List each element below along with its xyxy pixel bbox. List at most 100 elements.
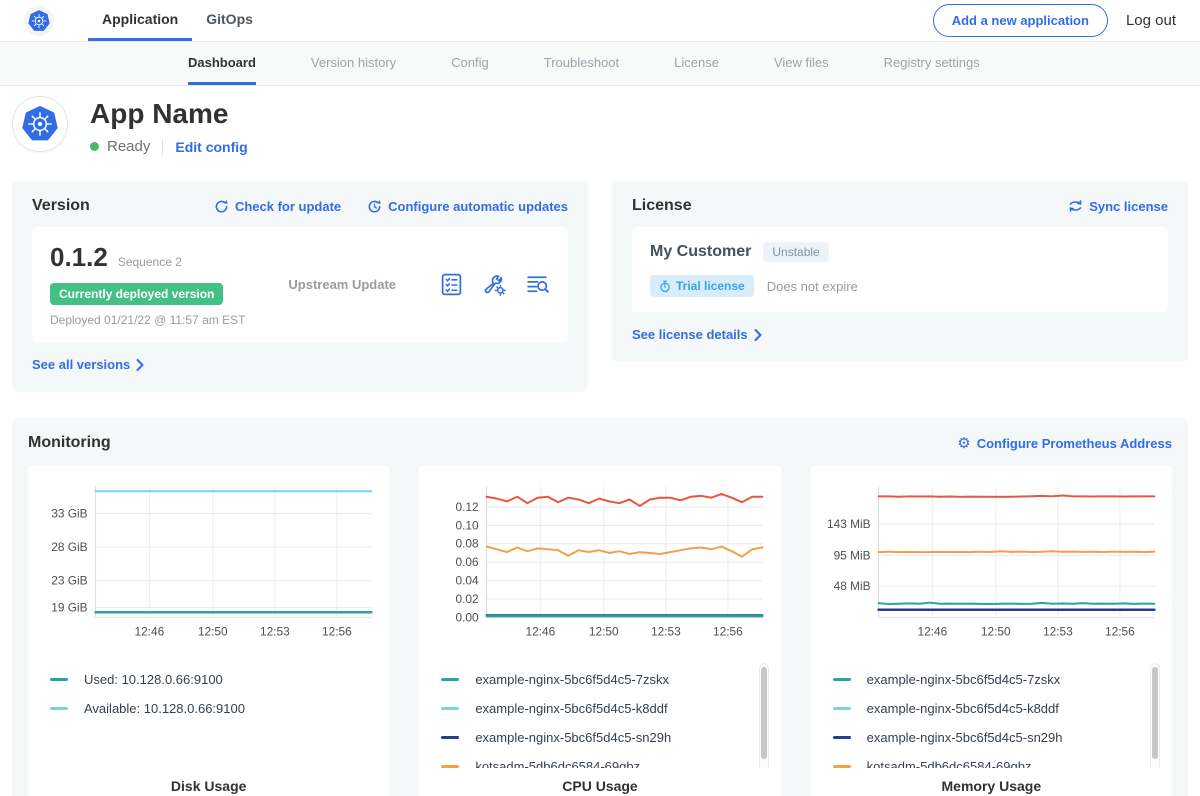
- series-line: [878, 551, 1154, 552]
- app-header: App Name Ready Edit config: [0, 86, 1200, 173]
- svg-text:12:53: 12:53: [651, 624, 681, 638]
- svg-text:23 GiB: 23 GiB: [51, 574, 87, 588]
- chevron-right-icon: [136, 359, 144, 371]
- subnav-item-registry-settings[interactable]: Registry settings: [884, 42, 980, 85]
- status-text: Ready: [107, 138, 150, 155]
- legend-label: example-nginx-5bc6f5d4c5-k8ddf: [475, 701, 667, 716]
- log-out-button[interactable]: Log out: [1126, 12, 1176, 29]
- legend-color-dash: [441, 678, 459, 681]
- configure-prometheus-link[interactable]: ⚙ Configure Prometheus Address: [957, 436, 1172, 451]
- legend-scrollbar[interactable]: [759, 663, 769, 768]
- see-all-versions-label: See all versions: [32, 357, 130, 372]
- subnav-item-view-files[interactable]: View files: [774, 42, 829, 85]
- tab-gitops[interactable]: GitOps: [192, 0, 267, 41]
- config-wrench-icon[interactable]: [482, 272, 507, 297]
- see-license-details-link[interactable]: See license details: [632, 327, 762, 342]
- svg-text:12:50: 12:50: [981, 624, 1011, 638]
- page-title: App Name: [90, 98, 248, 130]
- kubernetes-logo-icon: [27, 9, 51, 33]
- deployed-timestamp: Deployed 01/21/22 @ 11:57 am EST: [50, 313, 245, 327]
- svg-text:0.12: 0.12: [456, 500, 480, 514]
- tab-application-label: Application: [102, 11, 178, 27]
- subnav-item-version-history[interactable]: Version history: [311, 42, 396, 85]
- stopwatch-icon: [659, 280, 671, 293]
- divider: [162, 139, 163, 155]
- edit-config-link[interactable]: Edit config: [175, 139, 247, 155]
- legend-color-dash: [50, 678, 68, 681]
- memory-usage-chart-card: 12:4612:5012:5312:5648 MiB95 MiB143 MiB …: [811, 466, 1172, 796]
- chart-svg: 12:4612:5012:5312:560.000.020.040.060.08…: [431, 478, 768, 646]
- trial-license-label: Trial license: [676, 279, 745, 293]
- app-sub-nav: Dashboard Version history Config Troublesho…: [0, 42, 1200, 86]
- kubernetes-app-icon: [20, 104, 60, 144]
- gear-icon: ⚙: [957, 436, 970, 451]
- cpu-usage-chart: 12:4612:5012:5312:560.000.020.040.060.08…: [431, 478, 768, 651]
- version-number: 0.1.2: [50, 242, 108, 273]
- preflight-checks-icon[interactable]: [439, 272, 464, 297]
- legend-item: Used: 10.128.0.66:9100: [50, 665, 351, 694]
- svg-text:19 GiB: 19 GiB: [51, 600, 87, 614]
- check-for-update-label: Check for update: [235, 199, 341, 214]
- legend-color-dash: [833, 736, 851, 739]
- legend-scrollbar-thumb[interactable]: [761, 667, 767, 759]
- svg-text:0.00: 0.00: [456, 611, 480, 625]
- legend-label: example-nginx-5bc6f5d4c5-k8ddf: [867, 701, 1059, 716]
- legend-label: example-nginx-5bc6f5d4c5-sn29h: [475, 730, 671, 745]
- refresh-icon: [214, 199, 229, 214]
- svg-text:12:53: 12:53: [1043, 624, 1073, 638]
- chart-title: Memory Usage: [823, 768, 1160, 796]
- configure-automatic-updates-label: Configure automatic updates: [388, 199, 568, 214]
- tab-application[interactable]: Application: [88, 0, 192, 41]
- top-nav: Application GitOps Add a new application…: [0, 0, 1200, 42]
- chart-svg: 12:4612:5012:5312:5648 MiB95 MiB143 MiB: [823, 478, 1160, 646]
- subnav-item-dashboard[interactable]: Dashboard: [188, 42, 256, 85]
- svg-text:12:46: 12:46: [917, 624, 947, 638]
- svg-text:0.02: 0.02: [456, 592, 480, 606]
- sync-license-link[interactable]: Sync license: [1068, 199, 1168, 214]
- see-all-versions-link[interactable]: See all versions: [32, 357, 144, 372]
- svg-text:0.10: 0.10: [456, 518, 480, 532]
- disk-usage-chart: 12:4612:5012:5312:5619 GiB23 GiB28 GiB33…: [40, 478, 377, 651]
- chart-svg: 12:4612:5012:5312:5619 GiB23 GiB28 GiB33…: [40, 478, 377, 646]
- legend-item: example-nginx-5bc6f5d4c5-sn29h: [441, 723, 742, 752]
- legend-label: example-nginx-5bc6f5d4c5-7zskx: [475, 672, 669, 687]
- legend-label: Used: 10.128.0.66:9100: [84, 672, 223, 687]
- license-card-title: License: [632, 197, 692, 215]
- legend-label: example-nginx-5bc6f5d4c5-7zskx: [867, 672, 1061, 687]
- subnav-item-license[interactable]: License: [674, 42, 719, 85]
- legend-scrollbar-thumb[interactable]: [1152, 667, 1158, 759]
- view-logs-icon[interactable]: [525, 272, 550, 297]
- license-expiry: Does not expire: [767, 279, 858, 294]
- legend-label: kotsadm-5db6dc6584-69qbz: [475, 759, 640, 768]
- see-license-details-label: See license details: [632, 327, 748, 342]
- legend-scrollbar[interactable]: [1150, 663, 1160, 768]
- svg-text:143 MiB: 143 MiB: [827, 517, 871, 531]
- svg-text:95 MiB: 95 MiB: [833, 548, 870, 562]
- sync-arrows-icon: [1068, 199, 1083, 213]
- version-card-title: Version: [32, 197, 90, 215]
- legend-label: kotsadm-5db6dc6584-69qbz: [867, 759, 1032, 768]
- monitoring-section: Monitoring ⚙ Configure Prometheus Addres…: [12, 418, 1188, 796]
- cpu-usage-chart-card: 12:4612:5012:5312:560.000.020.040.060.08…: [419, 466, 780, 796]
- legend-color-dash: [833, 765, 851, 768]
- license-card: License Sync license My Customer Unstabl…: [612, 181, 1188, 362]
- configure-automatic-updates-link[interactable]: Configure automatic updates: [367, 199, 568, 214]
- check-for-update-link[interactable]: Check for update: [214, 199, 341, 214]
- svg-text:12:53: 12:53: [260, 624, 290, 638]
- legend-item: kotsadm-5db6dc6584-69qbz: [833, 752, 1134, 768]
- top-nav-tabs: Application GitOps: [88, 0, 267, 41]
- svg-text:12:46: 12:46: [526, 624, 556, 638]
- svg-text:12:56: 12:56: [713, 624, 743, 638]
- add-new-application-button[interactable]: Add a new application: [933, 4, 1108, 37]
- svg-text:33 GiB: 33 GiB: [51, 506, 87, 520]
- svg-text:12:56: 12:56: [1105, 624, 1135, 638]
- chart-title: CPU Usage: [431, 768, 768, 796]
- svg-text:0.08: 0.08: [456, 537, 480, 551]
- customer-name: My Customer: [650, 243, 751, 261]
- subnav-item-config[interactable]: Config: [451, 42, 489, 85]
- series-line: [487, 494, 763, 506]
- version-card: Version Check for update Configure autom…: [12, 181, 588, 392]
- legend-label: example-nginx-5bc6f5d4c5-sn29h: [867, 730, 1063, 745]
- subnav-item-troubleshoot[interactable]: Troubleshoot: [544, 42, 619, 85]
- legend-item: example-nginx-5bc6f5d4c5-7zskx: [833, 665, 1134, 694]
